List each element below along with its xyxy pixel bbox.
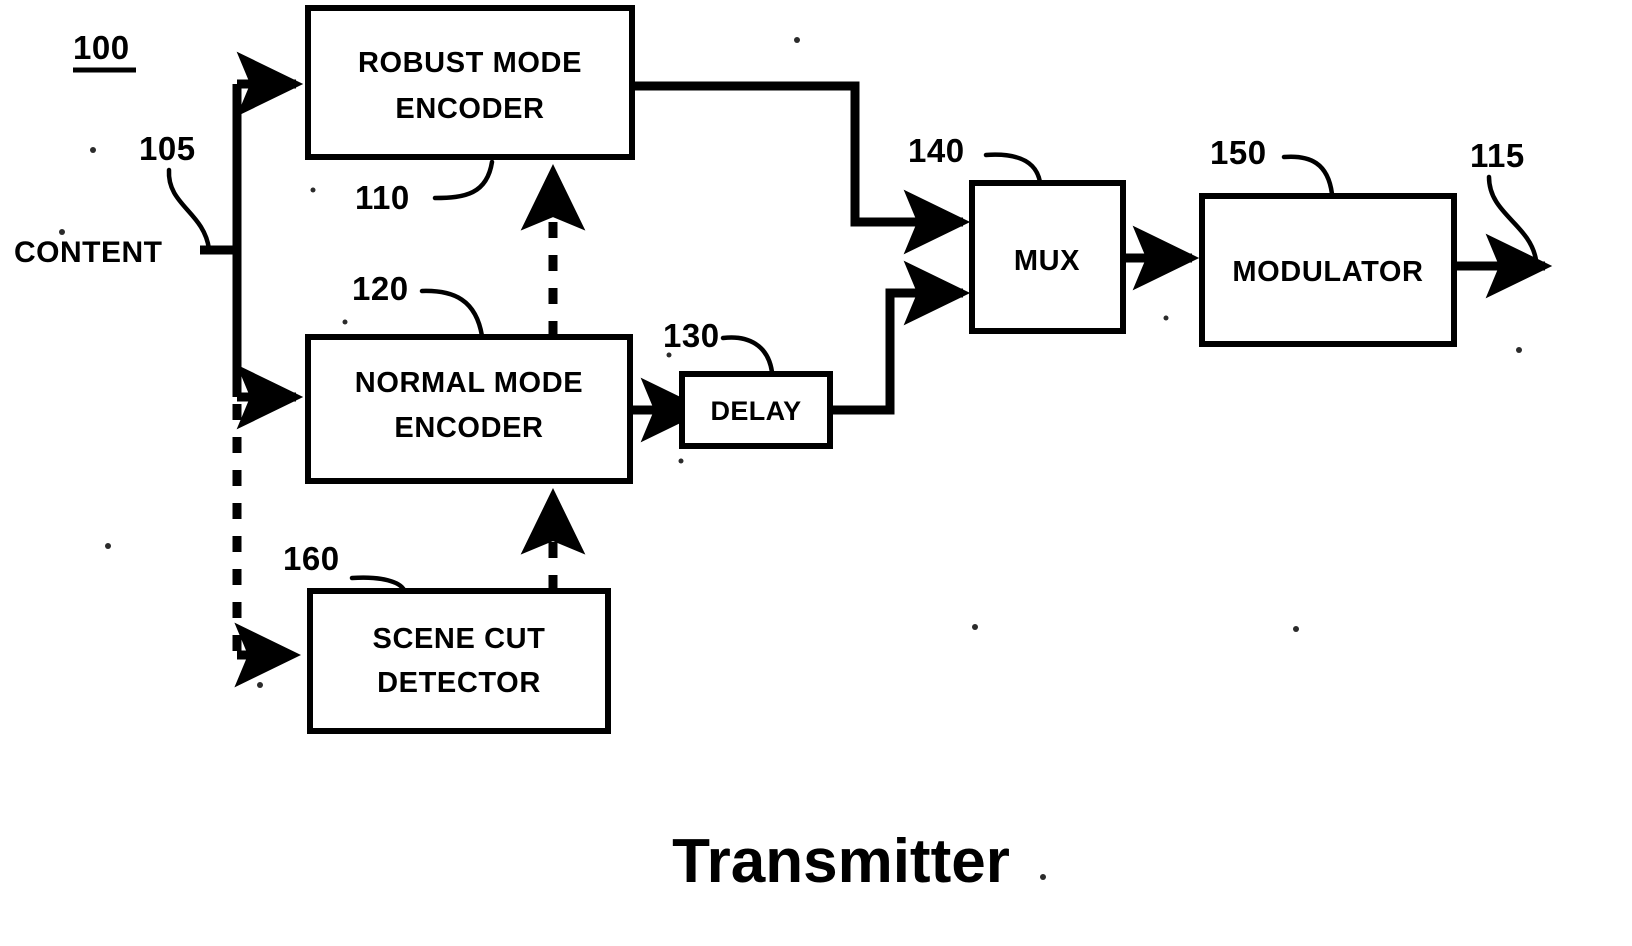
modulator-output-wire: 115 [1454, 137, 1553, 299]
content-input-callout: CONTENT 105 [14, 130, 212, 269]
ref-number-105: 105 [139, 130, 196, 167]
normal-mode-encoder-block[interactable]: NORMAL MODE ENCODER [305, 334, 633, 484]
normal-mode-encoder-label-line2: ENCODER [394, 412, 543, 444]
ref-number-140: 140 [908, 132, 965, 169]
robust-mode-encoder-block[interactable]: ROBUST MODE ENCODER [305, 5, 635, 160]
figure-canvas: ROBUST MODE ENCODER 110 NORMAL MODE ENCO… [0, 0, 1632, 946]
mux-ref-callout: 140 [908, 132, 1043, 185]
modulator-label: MODULATOR [1232, 256, 1423, 288]
robust-mode-encoder-ref-callout: 110 [355, 159, 495, 216]
modulator-ref-callout: 150 [1210, 134, 1335, 197]
delay-ref-callout: 130 [663, 317, 775, 375]
figure-caption-text: Transmitter [672, 827, 1010, 896]
mux-block[interactable]: MUX [969, 180, 1126, 334]
figure-number-label: 100 [73, 29, 130, 66]
ref-number-160: 160 [283, 540, 340, 577]
ref-number-130: 130 [663, 317, 720, 354]
normal-mode-encoder-label-line1: NORMAL MODE [355, 367, 583, 399]
scan-speckles [59, 37, 1522, 880]
figure-caption: Transmitter [672, 827, 1010, 896]
modulator-block[interactable]: MODULATOR [1199, 193, 1457, 347]
ref-number-120: 120 [352, 270, 409, 307]
normal-mode-encoder-ref-callout: 120 [352, 270, 485, 339]
content-input-label: CONTENT [14, 236, 163, 269]
scene-cut-detector-block[interactable]: SCENE CUT DETECTOR [307, 588, 611, 734]
figure-number: 100 [73, 29, 136, 73]
scene-cut-detector-label-line2: DETECTOR [377, 667, 541, 699]
scene-cut-detector-label-line1: SCENE CUT [373, 623, 546, 655]
scene-cut-detector-ref-callout: 160 [283, 540, 407, 593]
robust-mode-encoder-label-line2: ENCODER [395, 93, 544, 125]
delay-label: DELAY [710, 396, 801, 426]
content-bus [200, 51, 304, 688]
ref-number-115: 115 [1470, 137, 1525, 174]
ref-number-150: 150 [1210, 134, 1267, 171]
mux-label: MUX [1014, 245, 1080, 277]
delay-block[interactable]: DELAY [679, 371, 833, 449]
robust-mode-encoder-label-line1: ROBUST MODE [358, 47, 582, 79]
block-diagram: ROBUST MODE ENCODER 110 NORMAL MODE ENCO… [14, 5, 1553, 896]
ref-number-110: 110 [355, 179, 410, 216]
delay-to-mux-wire [830, 260, 971, 415]
